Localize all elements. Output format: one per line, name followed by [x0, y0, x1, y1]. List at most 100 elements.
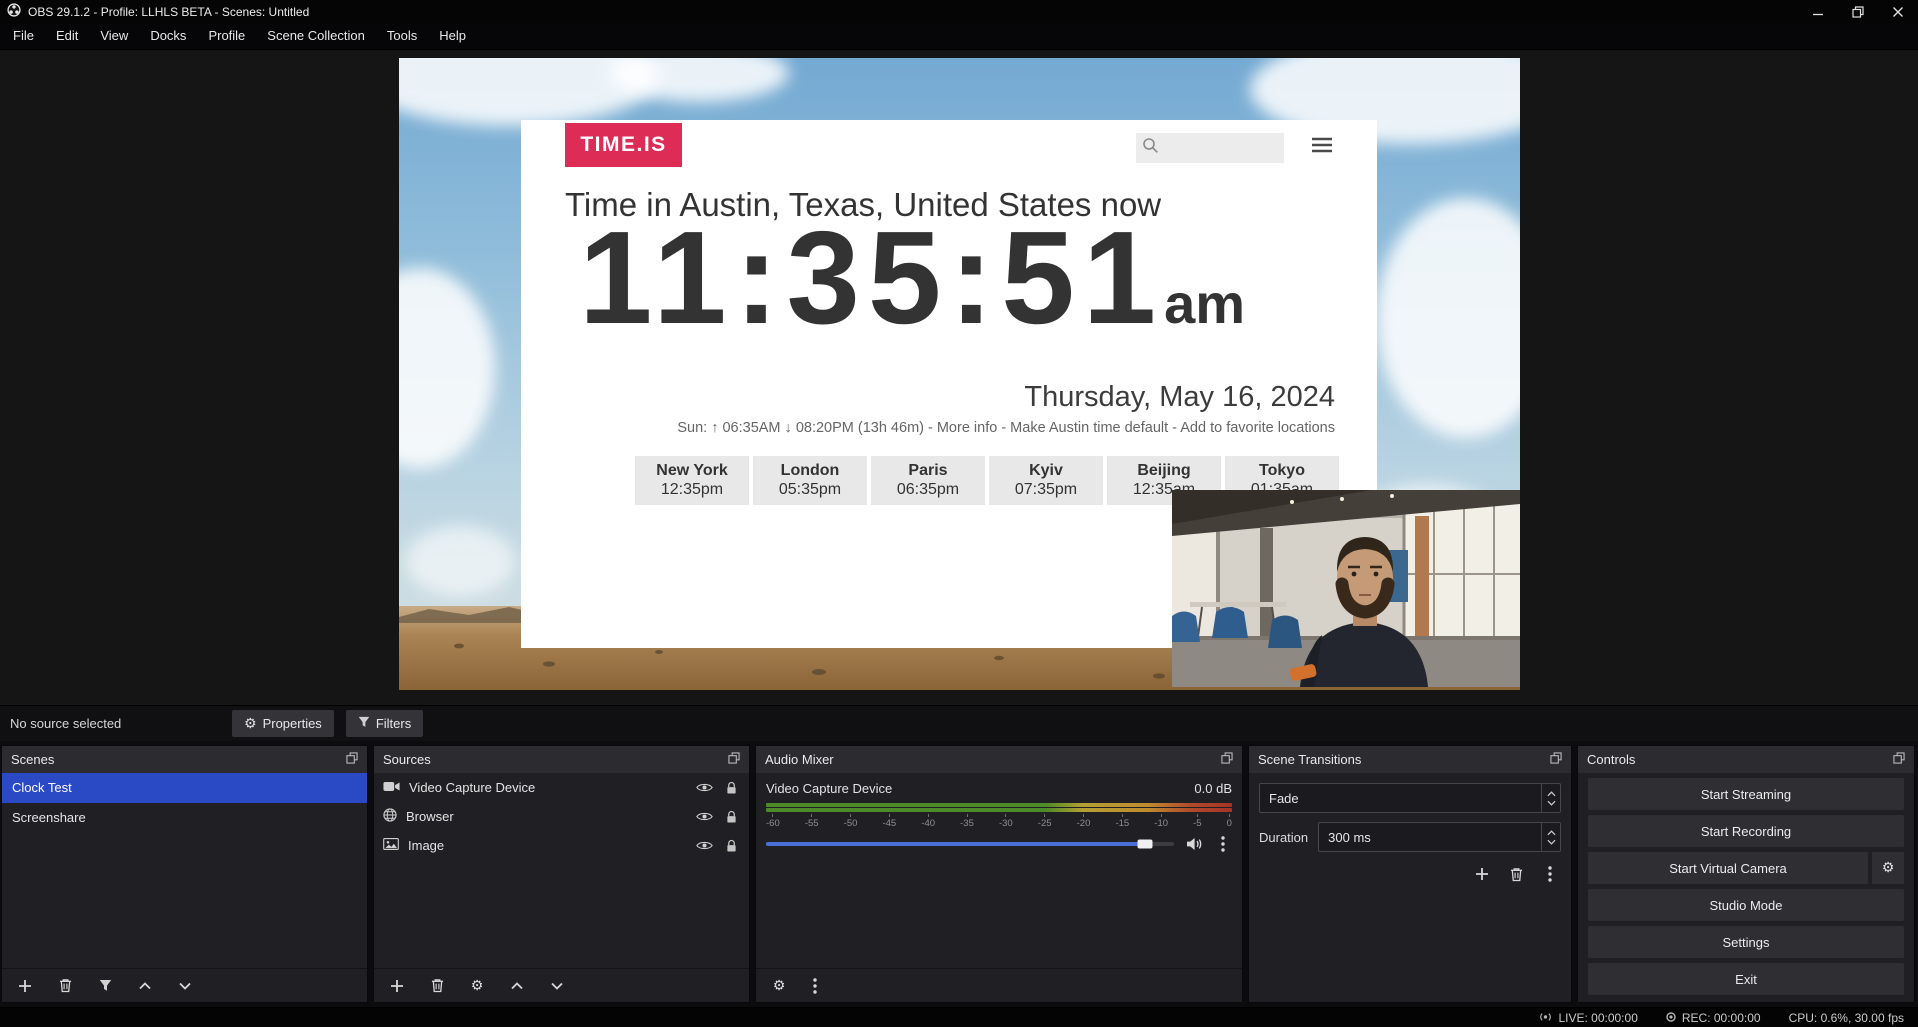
move-source-down-button[interactable]: [548, 977, 566, 995]
controls-body: Start Streaming Start Recording Start Vi…: [1578, 773, 1914, 1002]
remove-source-button[interactable]: [428, 977, 446, 995]
exit-button[interactable]: Exit: [1588, 963, 1904, 995]
city-time-card: London05:35pm: [753, 456, 867, 505]
start-recording-button[interactable]: Start Recording: [1588, 815, 1904, 847]
add-scene-button[interactable]: [16, 977, 34, 995]
program-canvas[interactable]: TIME.IS Time in Austin, Texas, United St…: [399, 58, 1520, 690]
advanced-audio-button[interactable]: ⚙: [770, 977, 788, 995]
transition-options-button[interactable]: [1541, 865, 1559, 883]
scenes-dock: Scenes Clock Test Screenshare: [1, 745, 368, 1003]
hamburger-menu-icon: [1311, 137, 1333, 158]
dock-title: Controls: [1587, 752, 1635, 767]
menu-edit[interactable]: Edit: [45, 23, 89, 49]
eye-icon[interactable]: [695, 808, 713, 826]
popout-icon[interactable]: [728, 752, 740, 767]
scene-transitions-dock-header[interactable]: Scene Transitions: [1249, 746, 1571, 773]
speaker-icon[interactable]: [1185, 835, 1203, 853]
popout-icon[interactable]: [1221, 752, 1233, 767]
status-bar: LIVE: 00:00:00 REC: 00:00:00 CPU: 0.6%, …: [0, 1007, 1918, 1027]
mixer-options-button[interactable]: [806, 977, 824, 995]
controls-dock-header[interactable]: Controls: [1578, 746, 1914, 773]
menu-view[interactable]: View: [89, 23, 139, 49]
popout-icon[interactable]: [1550, 752, 1562, 767]
move-source-up-button[interactable]: [508, 977, 526, 995]
scene-filters-button[interactable]: [96, 977, 114, 995]
source-item-browser[interactable]: Browser: [374, 802, 749, 831]
clock-display: 11:35:51am: [579, 212, 1245, 344]
globe-icon: [383, 808, 397, 825]
volume-slider[interactable]: [766, 842, 1174, 846]
duration-label: Duration: [1259, 830, 1308, 845]
source-properties-button[interactable]: ⚙: [468, 977, 486, 995]
city-time-card: New York12:35pm: [635, 456, 749, 505]
studio-mode-button[interactable]: Studio Mode: [1588, 889, 1904, 921]
popout-icon[interactable]: [1893, 752, 1905, 767]
start-streaming-button[interactable]: Start Streaming: [1588, 778, 1904, 810]
window-controls: [1798, 0, 1918, 23]
db-scale: -60-55-50-45-40-35-30-25-20-15-10-50: [766, 814, 1232, 829]
duration-spinner[interactable]: 300 ms: [1318, 822, 1561, 852]
cpu-fps-status: CPU: 0.6%, 30.00 fps: [1789, 1011, 1904, 1025]
filter-icon: [358, 716, 370, 731]
start-virtual-camera-button[interactable]: Start Virtual Camera: [1588, 852, 1868, 884]
source-status-text: No source selected: [10, 716, 220, 731]
move-scene-down-button[interactable]: [176, 977, 194, 995]
source-toolbar: No source selected ⚙ Properties Filters: [0, 705, 1918, 741]
sources-dock-header[interactable]: Sources: [374, 746, 749, 773]
combo-arrows: [1541, 784, 1560, 812]
audio-mixer-dock-header[interactable]: Audio Mixer: [756, 746, 1242, 773]
sources-dock: Sources Video Capture Device Browser: [373, 745, 750, 1003]
transition-select[interactable]: Fade: [1259, 783, 1561, 813]
volume-slider-handle[interactable]: [1138, 840, 1153, 849]
settings-button[interactable]: Settings: [1588, 926, 1904, 958]
remove-scene-button[interactable]: [56, 977, 74, 995]
webcam-overlay: [1172, 490, 1520, 687]
add-transition-button[interactable]: [1473, 865, 1491, 883]
scene-transitions-dock: Scene Transitions Fade Duration 300 ms: [1248, 745, 1572, 1003]
lock-icon[interactable]: [722, 837, 740, 855]
city-time-card: Kyiv07:35pm: [989, 456, 1103, 505]
lock-icon[interactable]: [722, 779, 740, 797]
eye-icon[interactable]: [695, 779, 713, 797]
scene-item-screenshare[interactable]: Screenshare: [2, 803, 367, 833]
timeis-search-box: [1136, 133, 1284, 163]
menu-docks[interactable]: Docks: [139, 23, 197, 49]
eye-icon[interactable]: [695, 837, 713, 855]
scene-transitions-body: Fade Duration 300 ms: [1249, 773, 1571, 1002]
minimize-button[interactable]: [1798, 0, 1838, 23]
image-icon: [383, 838, 399, 853]
menu-help[interactable]: Help: [428, 23, 477, 49]
scenes-list: Clock Test Screenshare: [2, 773, 367, 968]
timeis-logo: TIME.IS: [565, 123, 682, 167]
city-time-card: Paris06:35pm: [871, 456, 985, 505]
lock-icon[interactable]: [722, 808, 740, 826]
menu-tools[interactable]: Tools: [376, 23, 428, 49]
popout-icon[interactable]: [346, 752, 358, 767]
virtual-camera-settings-button[interactable]: ⚙: [1872, 852, 1904, 884]
live-status: LIVE: 00:00:00: [1539, 1011, 1637, 1025]
spinner-arrows[interactable]: [1541, 823, 1560, 851]
gear-icon: ⚙: [244, 717, 257, 731]
date-text: Thursday, May 16, 2024: [1024, 381, 1335, 414]
audio-mixer-dock: Audio Mixer Video Capture Device 0.0 dB …: [755, 745, 1243, 1003]
scenes-dock-header[interactable]: Scenes: [2, 746, 367, 773]
volume-meter: [766, 803, 1232, 812]
menu-file[interactable]: File: [2, 23, 45, 49]
sun-info-line: Sun: ↑ 06:35AM ↓ 08:20PM (13h 46m) - Mor…: [677, 420, 1335, 436]
source-item-video-capture[interactable]: Video Capture Device: [374, 773, 749, 802]
restore-button[interactable]: [1838, 0, 1878, 23]
menu-profile[interactable]: Profile: [197, 23, 256, 49]
audio-mixer-body: Video Capture Device 0.0 dB -60-55-50-45…: [756, 773, 1242, 968]
source-item-image[interactable]: Image: [374, 831, 749, 860]
clock-meridiem: am: [1164, 272, 1245, 335]
menu-scene-collection[interactable]: Scene Collection: [256, 23, 376, 49]
close-button[interactable]: [1878, 0, 1918, 23]
properties-button[interactable]: ⚙ Properties: [232, 710, 334, 737]
menu-bar: File Edit View Docks Profile Scene Colle…: [0, 23, 1918, 50]
move-scene-up-button[interactable]: [136, 977, 154, 995]
scene-item-clock-test[interactable]: Clock Test: [2, 773, 367, 803]
channel-options-button[interactable]: [1214, 835, 1232, 853]
filters-button[interactable]: Filters: [346, 710, 423, 737]
remove-transition-button[interactable]: [1507, 865, 1525, 883]
add-source-button[interactable]: [388, 977, 406, 995]
